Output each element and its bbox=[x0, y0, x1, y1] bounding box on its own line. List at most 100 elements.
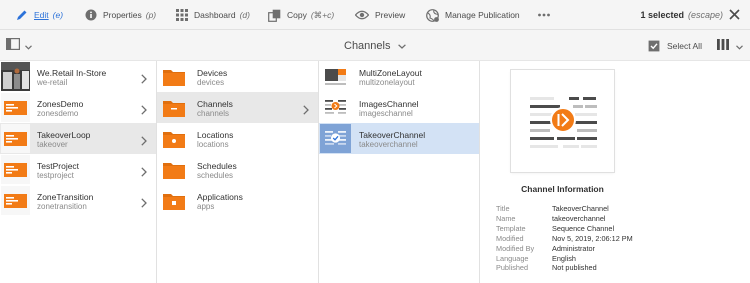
chevron-right-icon bbox=[141, 195, 147, 208]
action-bar: Edit (e) Properties (p) Dashboard (d) Co… bbox=[0, 0, 750, 30]
project-title: TakeoverLoop bbox=[37, 130, 91, 140]
project-thumbnail bbox=[1, 124, 30, 153]
channel-title: TakeoverChannel bbox=[359, 130, 426, 140]
folder-title: Devices bbox=[197, 68, 228, 78]
metadata-value: Sequence Channel bbox=[552, 223, 615, 233]
project-thumbnail bbox=[1, 186, 30, 215]
project-name: testproject bbox=[37, 171, 74, 180]
project-thumbnail bbox=[1, 155, 30, 184]
project-title: ZonesDemo bbox=[37, 99, 84, 109]
chevron-right-icon bbox=[141, 102, 147, 115]
project-name: zonesdemo bbox=[37, 109, 79, 118]
manage-publication-button[interactable]: Manage Publication bbox=[426, 0, 520, 30]
rail-toggle-button[interactable] bbox=[6, 37, 32, 55]
selection-count: 1 selected (escape) bbox=[640, 0, 723, 30]
chevron-right-icon bbox=[303, 102, 309, 115]
folder-name: channels bbox=[197, 109, 230, 118]
close-icon[interactable] bbox=[728, 8, 741, 21]
project-name: zonetransition bbox=[37, 202, 87, 211]
breadcrumb-label: Channels bbox=[344, 39, 391, 52]
folder-icon bbox=[162, 186, 191, 215]
metadata-key: Name bbox=[496, 213, 516, 223]
column-view-icon bbox=[717, 37, 729, 55]
copy-button[interactable]: Copy (⌘+c) bbox=[268, 0, 334, 30]
edit-shortcut: (e) bbox=[52, 10, 64, 20]
selection-label: 1 selected bbox=[640, 10, 684, 20]
properties-label: Properties bbox=[103, 10, 142, 20]
folder-title: Applications bbox=[197, 192, 243, 202]
properties-button[interactable]: Properties (p) bbox=[84, 0, 156, 30]
project-item[interactable]: TestProject testproject bbox=[0, 154, 156, 185]
project-title: ZoneTransition bbox=[37, 192, 94, 202]
sidebar-icon bbox=[6, 37, 21, 55]
manage-publication-label: Manage Publication bbox=[445, 10, 520, 20]
ellipsis-icon bbox=[537, 9, 550, 22]
selection-shortcut: (escape) bbox=[687, 10, 723, 20]
chevron-down-icon bbox=[736, 37, 743, 55]
channel-item[interactable]: MultiZoneLayout multizonelayout bbox=[319, 61, 479, 92]
copy-icon bbox=[268, 9, 281, 22]
channel-title: MultiZoneLayout bbox=[359, 68, 422, 78]
eye-icon bbox=[355, 9, 369, 22]
metadata-key: Language bbox=[496, 253, 529, 263]
project-item[interactable]: ZonesDemo zonesdemo bbox=[0, 92, 156, 123]
globe-icon bbox=[426, 8, 439, 22]
folder-icon bbox=[162, 93, 191, 122]
metadata-row: Modified By Administrator bbox=[496, 244, 633, 254]
metadata-value: Administrator bbox=[552, 243, 595, 253]
metadata-key: Template bbox=[496, 223, 526, 233]
folder-item[interactable]: Schedules schedules bbox=[157, 154, 318, 185]
channel-name: multizonelayout bbox=[359, 78, 415, 87]
project-thumbnail bbox=[1, 93, 30, 122]
folder-icon bbox=[162, 155, 191, 184]
preview-button[interactable]: Preview bbox=[355, 0, 405, 30]
folder-item[interactable]: Devices devices bbox=[157, 61, 318, 92]
more-button[interactable] bbox=[537, 0, 556, 30]
channel-thumbnail bbox=[320, 62, 351, 91]
edit-button[interactable]: Edit (e) bbox=[15, 0, 63, 30]
select-all-button[interactable]: Select All bbox=[648, 30, 702, 61]
grid-icon bbox=[175, 9, 188, 22]
project-item[interactable]: ZoneTransition zonetransition bbox=[0, 185, 156, 216]
view-switcher[interactable] bbox=[717, 37, 743, 55]
metadata-key: Published bbox=[496, 263, 529, 273]
properties-shortcut: (p) bbox=[145, 10, 157, 20]
channel-title: ImagesChannel bbox=[359, 99, 419, 109]
dashboard-button[interactable]: Dashboard (d) bbox=[175, 0, 250, 30]
project-item[interactable]: TakeoverLoop takeover bbox=[0, 123, 156, 154]
folder-item[interactable]: Channels channels bbox=[157, 92, 318, 123]
channel-preview-thumbnail bbox=[511, 70, 614, 172]
chevron-down-icon bbox=[25, 37, 32, 55]
channel-thumbnail bbox=[320, 93, 351, 122]
breadcrumb[interactable]: Channels bbox=[344, 30, 407, 61]
project-item[interactable]: We.Retail In-Store we-retail bbox=[0, 61, 156, 92]
preview-label: Preview bbox=[375, 10, 406, 20]
preview-heading: Channel Information bbox=[521, 184, 604, 194]
folder-item[interactable]: Locations locations bbox=[157, 123, 318, 154]
chevron-right-icon bbox=[141, 133, 147, 146]
folder-icon bbox=[162, 62, 191, 91]
project-thumbnail bbox=[1, 62, 30, 91]
folder-item[interactable]: Applications apps bbox=[157, 185, 318, 216]
channel-item[interactable]: ImagesChannel imageschannel bbox=[319, 92, 479, 123]
project-title: We.Retail In-Store bbox=[37, 68, 107, 78]
folder-name: locations bbox=[197, 140, 229, 149]
project-name: we-retail bbox=[37, 78, 68, 87]
metadata-value: Nov 5, 2019, 2:06:12 PM bbox=[552, 233, 633, 243]
metadata-value: Not published bbox=[552, 263, 597, 273]
metadata-row: Modified Nov 5, 2019, 2:06:12 PM bbox=[496, 234, 633, 244]
channel-name: takeoverchannel bbox=[359, 140, 418, 149]
folder-name: schedules bbox=[197, 171, 234, 180]
folder-icon bbox=[162, 124, 191, 153]
folders-column: Devices devices Channels channels Locati… bbox=[157, 61, 319, 283]
copy-shortcut: (⌘+c) bbox=[310, 9, 335, 20]
channel-item[interactable]: TakeoverChannel takeoverchannel bbox=[319, 123, 479, 154]
metadata-row: Published Not published bbox=[496, 263, 633, 273]
chevron-down-icon bbox=[398, 40, 407, 52]
channel-metadata: Title TakeoverChannel Name takeoverchannel… bbox=[496, 204, 633, 273]
metadata-value: TakeoverChannel bbox=[552, 204, 609, 213]
metadata-value: takeoverchannel bbox=[552, 213, 606, 223]
metadata-row: Title TakeoverChannel bbox=[496, 204, 633, 214]
channels-column: MultiZoneLayout multizonelayout ImagesCh… bbox=[319, 61, 480, 283]
chevron-right-icon bbox=[141, 164, 147, 177]
